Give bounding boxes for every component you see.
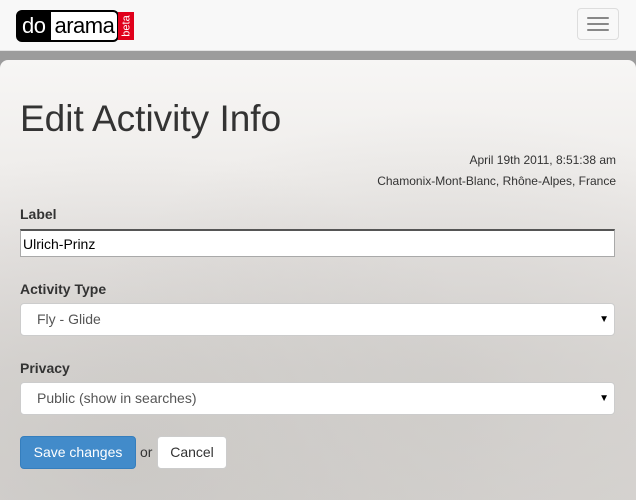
dropdown-arrow-icon: ▼ [599, 393, 609, 404]
cancel-button[interactable]: Cancel [157, 436, 227, 469]
privacy-label: Privacy [20, 360, 70, 376]
privacy-value: Public (show in searches) [37, 390, 197, 406]
activity-date: April 19th 2011, 8:51:38 am [469, 153, 616, 167]
hamburger-icon [587, 23, 609, 25]
page-title: Edit Activity Info [20, 98, 282, 139]
save-changes-button[interactable]: Save changes [20, 436, 136, 469]
label-field-label: Label [20, 206, 57, 222]
activity-type-value: Fly - Glide [37, 311, 101, 327]
logo-do-text: do [16, 10, 52, 42]
activity-type-label: Activity Type [20, 281, 107, 297]
privacy-select[interactable]: Public (show in searches) ▼ [20, 382, 615, 415]
dropdown-arrow-icon: ▼ [599, 314, 609, 325]
beta-badge: beta [118, 12, 135, 40]
menu-toggle-button[interactable] [577, 8, 619, 40]
logo-arama-text: arama [51, 10, 120, 42]
top-navbar: do arama beta [0, 0, 636, 50]
doarama-logo[interactable]: do arama beta [16, 10, 135, 42]
activity-type-select[interactable]: Fly - Glide ▼ [20, 303, 615, 336]
label-input[interactable] [20, 229, 615, 257]
hamburger-icon [587, 29, 609, 31]
activity-location: Chamonix-Mont-Blanc, Rhône-Alpes, France [377, 174, 616, 188]
or-text: or [140, 444, 153, 460]
beta-badge-text: beta [120, 15, 133, 37]
hamburger-icon [587, 17, 609, 19]
